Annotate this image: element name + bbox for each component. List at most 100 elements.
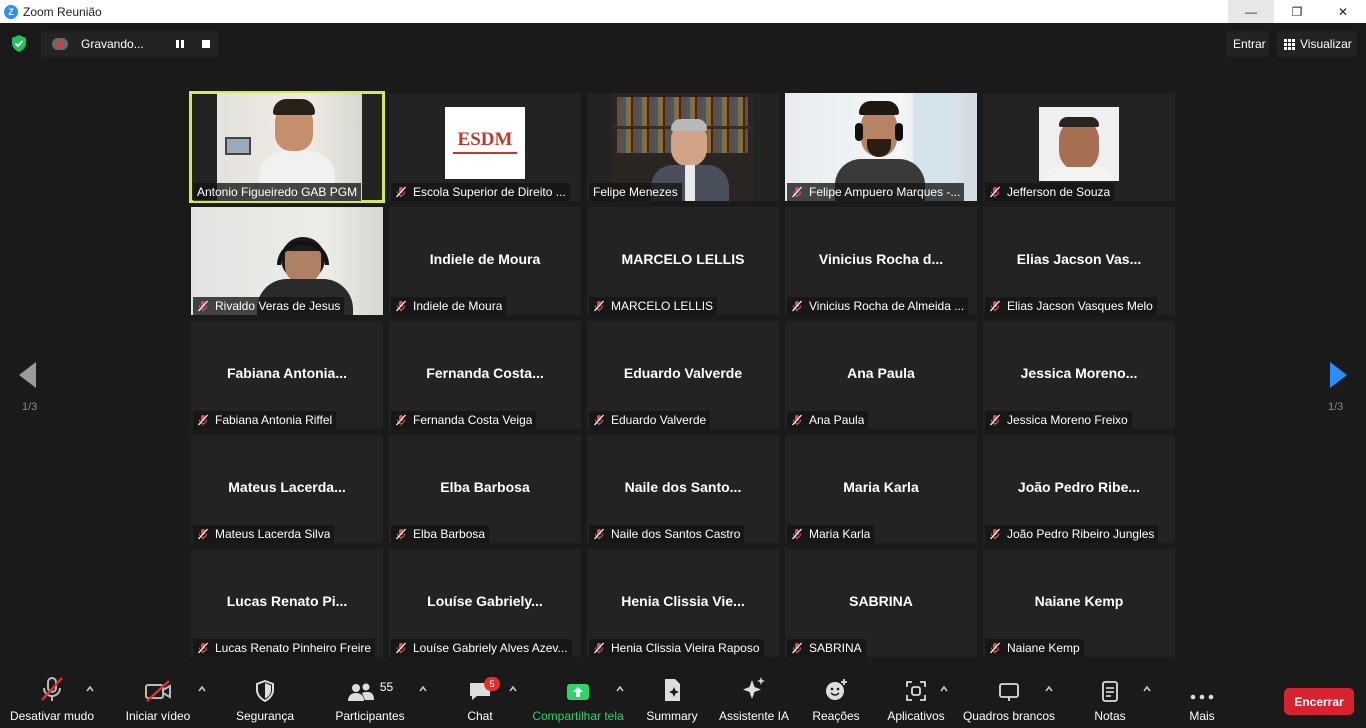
participant-tile[interactable]: SABRINA SABRINA <box>785 549 977 657</box>
participant-display-name: Elba Barbosa <box>440 479 530 495</box>
enter-button[interactable]: Entrar <box>1226 31 1269 57</box>
participant-name-label: Naiane Kemp <box>985 639 1084 657</box>
participant-display-name: Ana Paula <box>847 365 915 381</box>
security-label: Segurança <box>235 709 295 723</box>
muted-mic-icon <box>594 300 604 312</box>
participant-name-label: Jessica Moreno Freixo <box>985 411 1132 429</box>
zoom-logo-icon: Z <box>4 4 18 19</box>
summary-button[interactable]: Summary <box>643 672 701 728</box>
participant-tile[interactable]: Antonio Figueiredo GAB PGM <box>189 91 385 203</box>
muted-mic-icon <box>594 528 604 540</box>
participant-tile[interactable]: Elias Jacson Vas... Elias Jacson Vasques … <box>983 207 1175 315</box>
participants-label: Participantes <box>335 709 405 723</box>
participant-name-label: Felipe Menezes <box>589 183 682 201</box>
participant-tile[interactable]: ESDM Escola Superior de Direito ... <box>389 93 581 201</box>
pause-recording-icon[interactable] <box>175 39 185 49</box>
participant-tile[interactable]: Vinicius Rocha d... Vinicius Rocha de Alm… <box>785 207 977 315</box>
minimize-button[interactable]: — <box>1228 0 1274 23</box>
participant-tile[interactable]: Elba Barbosa Elba Barbosa <box>389 435 581 543</box>
participant-name-label: Elba Barbosa <box>391 525 490 543</box>
participant-tile[interactable]: Eduardo Valverde Eduardo Valverde <box>587 321 779 429</box>
participant-display-name: Vinicius Rocha d... <box>818 251 944 267</box>
more-button[interactable]: Mais <box>1184 672 1220 728</box>
participant-display-name: Maria Karla <box>843 479 919 495</box>
participant-name-label: MARCELO LELLIS <box>589 297 718 315</box>
participant-name-label: Louíse Gabriely Alves Azev... <box>391 639 572 657</box>
participant-tile[interactable]: João Pedro Ribe... João Pedro Ribeiro Jun… <box>983 435 1175 543</box>
participant-tile[interactable]: Felipe Menezes <box>587 93 779 201</box>
stop-recording-icon[interactable] <box>202 40 210 48</box>
participant-tile[interactable]: Fernanda Costa... Fernanda Costa Veiga <box>389 321 581 429</box>
maximize-button[interactable]: ❐ <box>1274 0 1320 23</box>
apps-label: Aplicativos <box>887 709 945 723</box>
more-label: Mais <box>1189 709 1215 723</box>
whiteboards-options-caret-icon[interactable] <box>1044 684 1054 694</box>
participant-tile[interactable]: Mateus Lacerda... Mateus Lacerda Silva <box>191 435 383 543</box>
chat-options-caret-icon[interactable] <box>508 684 518 694</box>
start-video-button[interactable]: Iniciar vídeo <box>120 672 196 728</box>
participant-name: Elba Barbosa <box>413 527 486 541</box>
participant-display-name: Fernanda Costa... <box>426 365 544 381</box>
participant-tile[interactable]: Indiele de Moura Indiele de Moura <box>389 207 581 315</box>
more-dots-icon <box>1190 694 1214 700</box>
previous-page-arrow-icon[interactable] <box>19 362 37 388</box>
participant-tile[interactable]: Henia Clissia Vie... Henia Clissia Vieira… <box>587 549 779 657</box>
notes-icon <box>1102 681 1118 702</box>
participant-name-label: Felipe Ampuero Marques -... <box>787 183 965 201</box>
participant-tile[interactable]: Naiane Kemp Naiane Kemp <box>983 549 1175 657</box>
end-meeting-button[interactable]: Encerrar <box>1284 688 1354 715</box>
participant-name-label: Henia Clissia Vieira Raposo <box>589 639 764 657</box>
participant-tile[interactable]: Rivaldo Veras de Jesus <box>191 207 383 315</box>
muted-mic-icon <box>198 528 208 540</box>
share-screen-button[interactable]: Compartilhar tela <box>531 672 625 728</box>
security-shield-icon[interactable] <box>11 35 27 52</box>
security-button[interactable]: Segurança <box>232 672 298 728</box>
reactions-button[interactable]: Reações <box>810 672 862 728</box>
participant-tile[interactable]: Louíse Gabriely... Louíse Gabriely Alves … <box>389 549 581 657</box>
participant-tile[interactable]: Maria Karla Maria Karla <box>785 435 977 543</box>
organization-logo: ESDM <box>445 107 525 179</box>
muted-mic-icon <box>990 186 1000 198</box>
participant-name-label: Rivaldo Veras de Jesus <box>193 297 345 315</box>
participant-tile[interactable]: Fabiana Antonia... Fabiana Antonia Riffel <box>191 321 383 429</box>
participant-tile[interactable]: Ana Paula Ana Paula <box>785 321 977 429</box>
ai-assistant-button[interactable]: Assistente IA <box>717 672 791 728</box>
participants-button[interactable]: 55 Participantes <box>333 672 407 728</box>
muted-mic-icon <box>198 414 208 426</box>
mute-options-caret-icon[interactable] <box>85 684 95 694</box>
share-options-caret-icon[interactable] <box>615 684 625 694</box>
muted-mic-icon <box>792 642 802 654</box>
whiteboards-button[interactable]: Quadros brancos <box>962 672 1056 728</box>
participant-name-label: Fabiana Antonia Riffel <box>193 411 337 429</box>
next-page-arrow-icon[interactable] <box>1329 362 1347 388</box>
close-button[interactable]: ✕ <box>1320 0 1366 23</box>
window-titlebar: Z Zoom Reunião — ❐ ✕ <box>0 0 1366 23</box>
mute-button[interactable]: Desativar mudo <box>8 672 96 728</box>
participant-name: Indiele de Moura <box>413 299 503 313</box>
participant-tile[interactable]: MARCELO LELLIS MARCELO LELLIS <box>587 207 779 315</box>
apps-options-caret-icon[interactable] <box>939 684 949 694</box>
participant-tile[interactable]: Jessica Moreno... Jessica Moreno Freixo <box>983 321 1175 429</box>
ai-sparkle-icon <box>743 677 765 699</box>
notes-options-caret-icon[interactable] <box>1142 684 1152 694</box>
apps-button[interactable]: Aplicativos <box>884 672 948 728</box>
participant-tile[interactable]: Naile dos Santo... Naile dos Santos Castr… <box>587 435 779 543</box>
participant-name-label: Lucas Renato Pinheiro Freire <box>193 639 376 657</box>
participant-name: Mateus Lacerda Silva <box>215 527 331 541</box>
participant-tile[interactable]: Jefferson de Souza <box>983 93 1175 201</box>
participant-tile[interactable]: Felipe Ampuero Marques -... <box>785 93 977 201</box>
participant-name: João Pedro Ribeiro Jungles <box>1007 527 1155 541</box>
notes-button[interactable]: Notas <box>1090 672 1130 728</box>
participant-tile[interactable]: Lucas Renato Pi... Lucas Renato Pinheiro … <box>191 549 383 657</box>
participant-name-label: Escola Superior de Direito ... <box>391 183 570 201</box>
video-options-caret-icon[interactable] <box>197 684 207 694</box>
participant-display-name: Fabiana Antonia... <box>226 365 348 381</box>
participant-video <box>1039 107 1119 181</box>
participants-options-caret-icon[interactable] <box>418 684 428 694</box>
participants-count: 55 <box>379 680 394 694</box>
participant-display-name: Louíse Gabriely... <box>427 593 543 609</box>
view-button[interactable]: Visualizar <box>1277 31 1357 57</box>
share-screen-label: Compartilhar tela <box>532 709 624 723</box>
participant-name-label: João Pedro Ribeiro Jungles <box>985 525 1159 543</box>
reactions-smiley-icon <box>826 679 847 700</box>
